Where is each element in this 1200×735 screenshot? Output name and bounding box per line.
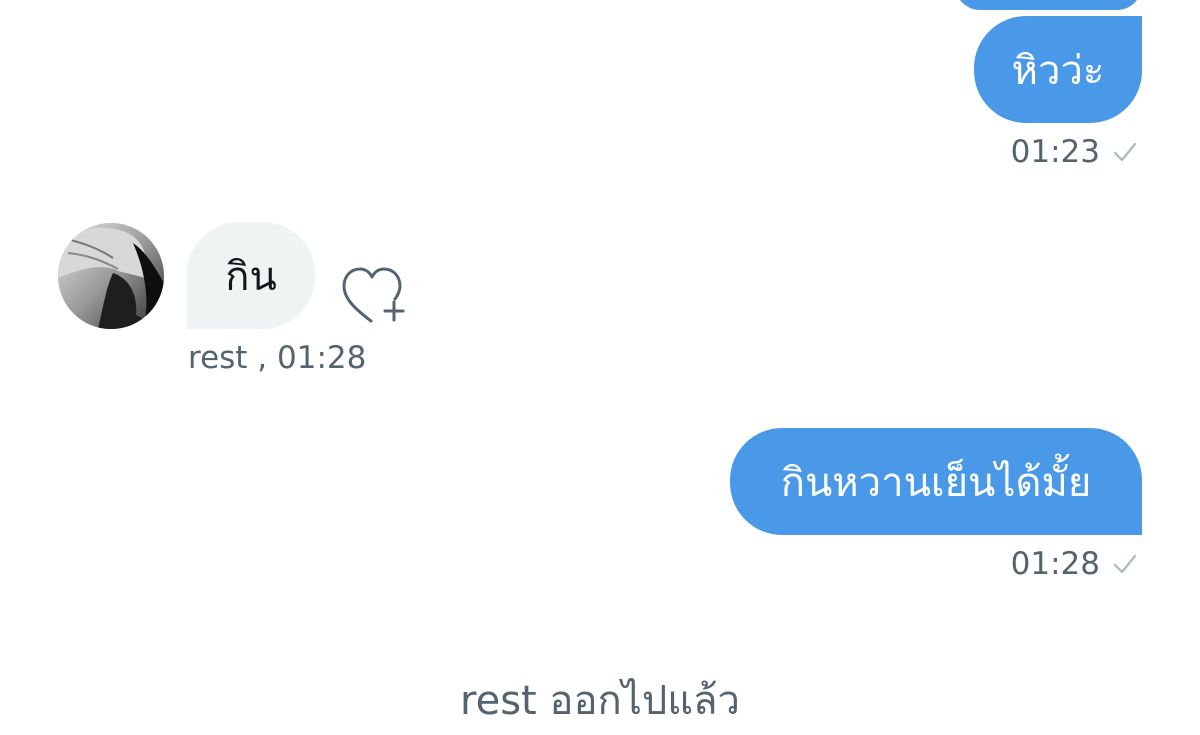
message-bubble-outgoing-partial[interactable] [955,0,1142,10]
message-bubble-incoming[interactable]: กิน [187,222,315,329]
message-meta: rest , 01:28 [188,340,367,376]
avatar-image [58,223,164,329]
message-time: 01:28 [1010,546,1100,582]
message-text: หิวว่ะ [1011,47,1105,94]
message-time: 01:23 [1010,134,1100,170]
sender-avatar[interactable] [58,223,164,329]
system-message: rest ออกไปแล้ว [460,678,740,724]
message-bubble-outgoing[interactable]: กินหวานเย็นได้มั้ย [730,428,1142,535]
message-meta: 01:23 [1011,134,1138,170]
check-icon [1113,554,1137,574]
check-icon [1113,142,1137,162]
message-text: กิน [225,253,277,300]
heart-plus-icon[interactable] [338,264,408,326]
message-text: กินหวานเย็นได้มั้ย [780,459,1092,506]
message-bubble-outgoing[interactable]: หิวว่ะ [974,16,1142,123]
message-meta: 01:28 [1011,546,1138,582]
